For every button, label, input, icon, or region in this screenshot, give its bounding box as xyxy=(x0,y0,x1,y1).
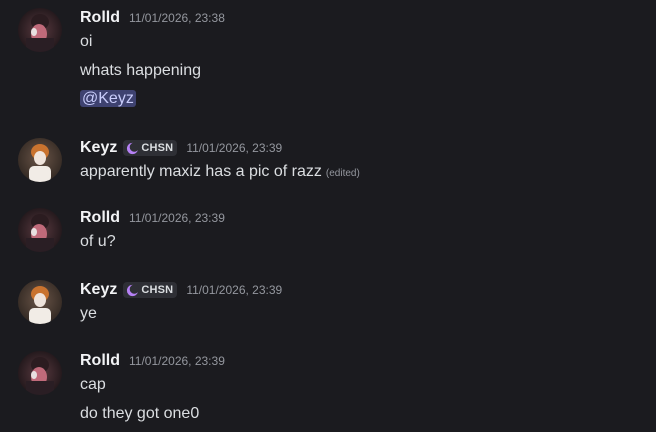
timestamp[interactable]: 11/01/2026, 23:39 xyxy=(186,137,282,159)
message-text: @Keyz xyxy=(80,88,136,110)
avatar[interactable] xyxy=(18,351,62,395)
message-text: cap xyxy=(80,376,106,393)
user-mention[interactable]: @Keyz xyxy=(80,90,136,107)
edited-indicator: (edited) xyxy=(325,168,360,179)
moon-icon xyxy=(127,283,140,296)
message-group: Keyz CHSN 11/01/2026, 23:39 ye xyxy=(0,272,656,328)
username[interactable]: Rolld xyxy=(80,207,120,229)
timestamp[interactable]: 11/01/2026, 23:39 xyxy=(129,207,225,229)
avatar[interactable] xyxy=(18,8,62,52)
username[interactable]: Keyz xyxy=(80,137,117,159)
message-header: Keyz CHSN 11/01/2026, 23:39 xyxy=(80,279,282,301)
avatar-keyz-icon xyxy=(18,138,62,182)
message-group: Keyz CHSN 11/01/2026, 23:39 apparently m… xyxy=(0,130,656,186)
message-text: of u? xyxy=(80,233,116,250)
guild-tag-label: CHSN xyxy=(141,142,174,154)
moon-icon xyxy=(127,141,140,154)
message-text: whats happening xyxy=(80,62,201,79)
guild-tag[interactable]: CHSN xyxy=(123,140,178,156)
message-text: do they got one0 xyxy=(80,405,200,422)
avatar[interactable] xyxy=(18,208,62,252)
username[interactable]: Rolld xyxy=(80,7,120,29)
message-header: Rolld 11/01/2026, 23:39 xyxy=(80,207,225,229)
guild-tag-label: CHSN xyxy=(141,284,174,296)
avatar-rolld-icon xyxy=(18,351,62,395)
avatar[interactable] xyxy=(18,280,62,324)
avatar-keyz-icon xyxy=(18,280,62,324)
message-group: Rolld 11/01/2026, 23:39 cap do they got … xyxy=(0,343,656,432)
timestamp[interactable]: 11/01/2026, 23:39 xyxy=(186,279,282,301)
message-text: ye xyxy=(80,305,97,322)
chat-log: Rolld 11/01/2026, 23:38 oi whats happeni… xyxy=(0,0,656,432)
guild-tag[interactable]: CHSN xyxy=(123,282,178,298)
message-group: Rolld 11/01/2026, 23:39 of u? xyxy=(0,200,656,256)
message-header: Keyz CHSN 11/01/2026, 23:39 xyxy=(80,137,282,159)
timestamp[interactable]: 11/01/2026, 23:39 xyxy=(129,350,225,372)
message-text: apparently maxiz has a pic of razz (edite… xyxy=(80,161,360,185)
avatar-rolld-icon xyxy=(18,208,62,252)
message-header: Rolld 11/01/2026, 23:39 xyxy=(80,350,225,372)
timestamp[interactable]: 11/01/2026, 23:38 xyxy=(129,7,225,29)
message-group: Rolld 11/01/2026, 23:38 oi whats happeni… xyxy=(0,0,656,120)
username[interactable]: Keyz xyxy=(80,279,117,301)
message-text: oi xyxy=(80,33,93,50)
message-content: apparently maxiz has a pic of razz xyxy=(80,163,322,180)
avatar-rolld-icon xyxy=(18,8,62,52)
avatar[interactable] xyxy=(18,138,62,182)
username[interactable]: Rolld xyxy=(80,350,120,372)
message-header: Rolld 11/01/2026, 23:38 xyxy=(80,7,225,29)
